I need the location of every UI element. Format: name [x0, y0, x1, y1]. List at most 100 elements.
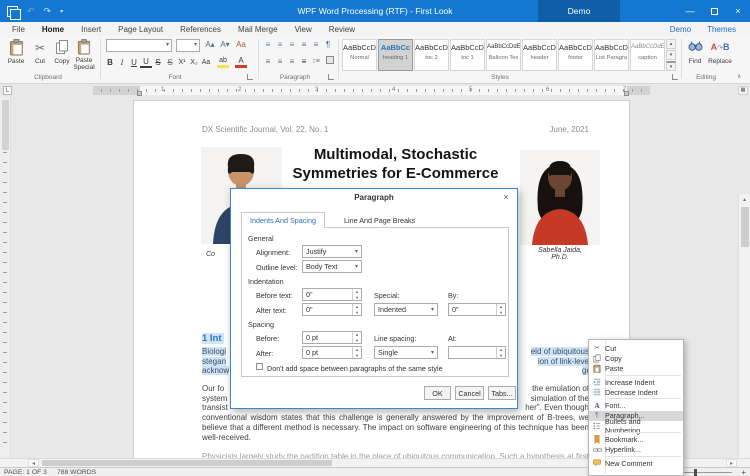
- dialog-close-icon[interactable]: ×: [500, 191, 512, 203]
- tab-line-and-page-breaks[interactable]: Line And Page Breaks: [335, 212, 424, 228]
- ok-button[interactable]: OK: [424, 386, 451, 400]
- font-color-button[interactable]: A: [234, 56, 248, 69]
- font-name-combobox[interactable]: [106, 39, 172, 52]
- menu-item-font[interactable]: A Font...: [589, 400, 683, 410]
- menu-item-bullets-numbering[interactable]: Bullets and Numbering...: [589, 421, 683, 431]
- left-indent-marker[interactable]: [137, 91, 142, 96]
- menu-item-paste[interactable]: Paste: [589, 364, 683, 374]
- menu-item-new-comment[interactable]: New Comment: [589, 458, 683, 468]
- scroll-left-icon[interactable]: ◂: [28, 459, 39, 467]
- outline-level-combobox[interactable]: Body Text: [302, 260, 362, 273]
- ruler-toggle-button[interactable]: ▦: [738, 86, 748, 95]
- style-card-footer[interactable]: AaBbCcDfooter: [558, 39, 593, 71]
- style-card-normal[interactable]: AaBbCcDNormal: [342, 39, 377, 71]
- redo-icon[interactable]: ↷: [44, 6, 52, 17]
- scroll-up-icon[interactable]: ▴: [739, 195, 750, 206]
- scroll-right-icon[interactable]: ▸: [726, 459, 737, 467]
- superscript-button[interactable]: X¹: [176, 56, 188, 69]
- tab-insert[interactable]: Insert: [81, 25, 101, 34]
- tab-mail-merge[interactable]: Mail Merge: [238, 25, 278, 34]
- paste-button[interactable]: Paste: [5, 39, 27, 65]
- tab-home[interactable]: Home: [42, 25, 64, 34]
- at-spinner[interactable]: ▴▾: [448, 346, 506, 359]
- strikethrough-button[interactable]: S: [152, 56, 164, 69]
- style-card-balloon-text[interactable]: AaBbCcDdEBalloon Tex: [486, 39, 521, 71]
- menu-item-increase-indent[interactable]: Increase Indent: [589, 377, 683, 387]
- after-spinner[interactable]: 0 pt▴▾: [302, 346, 362, 359]
- shrink-font-icon[interactable]: A▾: [219, 39, 231, 51]
- demo-button[interactable]: Demo: [538, 0, 620, 22]
- highlight-color-button[interactable]: ab: [216, 56, 230, 69]
- paragraph-dialog-launcher[interactable]: [328, 74, 334, 80]
- tab-references[interactable]: References: [180, 25, 221, 34]
- tab-view[interactable]: View: [295, 25, 312, 34]
- double-strikethrough-button[interactable]: S: [164, 56, 176, 69]
- styles-scroll-down-icon[interactable]: ▾: [666, 50, 676, 60]
- align-left-button[interactable]: ≡: [262, 56, 274, 68]
- spinner-arrows-icon[interactable]: ▴▾: [352, 347, 361, 358]
- horizontal-ruler[interactable]: 1 2 3 4 5 6 7: [93, 86, 650, 95]
- line-spacing-button[interactable]: ↕≡: [310, 56, 322, 68]
- spinner-arrows-icon[interactable]: ▴▾: [352, 304, 361, 315]
- tab-review[interactable]: Review: [329, 25, 355, 34]
- font-dialog-launcher[interactable]: [247, 74, 253, 80]
- style-card-heading1[interactable]: AaBbCcheading 1: [378, 39, 413, 71]
- themes-link[interactable]: Themes: [707, 25, 736, 34]
- italic-button[interactable]: I: [116, 56, 128, 69]
- align-center-button[interactable]: ≡: [274, 56, 286, 68]
- copy-button[interactable]: Copy: [51, 39, 73, 65]
- before-text-spinner[interactable]: 0"▴▾: [302, 288, 362, 301]
- special-combobox[interactable]: Indented: [374, 303, 438, 316]
- demo-link[interactable]: Demo: [670, 25, 691, 34]
- style-card-caption[interactable]: AaBbCcDdEcaption: [630, 39, 665, 71]
- double-underline-button[interactable]: U: [140, 56, 152, 68]
- menu-item-hyperlink[interactable]: Hyperlink...: [589, 445, 683, 455]
- tab-page-layout[interactable]: Page Layout: [118, 25, 163, 34]
- bullets-button[interactable]: ≡: [262, 39, 274, 51]
- show-marks-button[interactable]: ¶: [322, 39, 334, 51]
- vertical-scrollbar[interactable]: ▴ ▾: [738, 194, 750, 458]
- numbering-button[interactable]: ≡: [274, 39, 286, 51]
- multilevel-list-button[interactable]: ≡: [286, 39, 298, 51]
- replace-button[interactable]: A↷B Replace: [707, 39, 733, 65]
- menu-item-copy[interactable]: Copy: [589, 353, 683, 363]
- style-card-toc1[interactable]: AaBbCcDtoc 1: [450, 39, 485, 71]
- zoom-in-icon[interactable]: +: [741, 468, 746, 476]
- style-card-list-paragraph[interactable]: AaBbCcDList Paragra: [594, 39, 629, 71]
- bold-button[interactable]: B: [104, 56, 116, 69]
- qat-dropdown-icon[interactable]: ▾: [60, 8, 63, 15]
- style-card-toc2[interactable]: AaBbCcDtoc 2: [414, 39, 449, 71]
- after-text-spinner[interactable]: 0"▴▾: [302, 303, 362, 316]
- menu-item-decrease-indent[interactable]: Decrease Indent: [589, 387, 683, 397]
- tab-stop-selector[interactable]: L: [3, 86, 12, 95]
- align-right-button[interactable]: ≡: [286, 56, 298, 68]
- alignment-combobox[interactable]: Justify: [302, 245, 362, 258]
- cancel-button[interactable]: Cancel: [455, 386, 484, 400]
- zoom-thumb[interactable]: [694, 469, 697, 476]
- close-button[interactable]: ×: [726, 0, 750, 22]
- styles-dialog-launcher[interactable]: [672, 74, 678, 80]
- spinner-arrows-icon[interactable]: ▴▾: [352, 289, 361, 300]
- spinner-arrows-icon[interactable]: ▴▾: [496, 304, 505, 315]
- collapse-ribbon-icon[interactable]: ∧: [737, 73, 741, 80]
- paste-special-button[interactable]: Paste Special: [71, 39, 97, 71]
- grow-font-icon[interactable]: A▴: [204, 39, 216, 51]
- subscript-button[interactable]: X₂: [188, 56, 200, 69]
- change-case-button[interactable]: Aa: [200, 56, 212, 69]
- undo-icon[interactable]: ↶: [27, 6, 35, 17]
- decrease-indent-button[interactable]: ≡: [298, 39, 310, 51]
- menu-item-bookmark[interactable]: Bookmark...: [589, 434, 683, 444]
- right-indent-marker[interactable]: [624, 91, 629, 96]
- menu-item-cut[interactable]: ✂ Cut: [589, 343, 683, 353]
- by-spinner[interactable]: 0"▴▾: [448, 303, 506, 316]
- styles-gallery-more-icon[interactable]: ▾: [666, 61, 676, 71]
- tab-indents-and-spacing[interactable]: Indents And Spacing: [241, 212, 325, 228]
- spinner-arrows-icon[interactable]: ▴▾: [352, 332, 361, 343]
- line-spacing-combobox[interactable]: Single: [374, 346, 438, 359]
- tab-file[interactable]: File: [12, 25, 25, 34]
- justify-button[interactable]: ≡: [298, 56, 310, 68]
- find-button[interactable]: Find: [685, 39, 705, 65]
- vertical-ruler[interactable]: [0, 97, 11, 458]
- shading-button[interactable]: [324, 56, 336, 68]
- horizontal-scroll-thumb[interactable]: [42, 460, 332, 466]
